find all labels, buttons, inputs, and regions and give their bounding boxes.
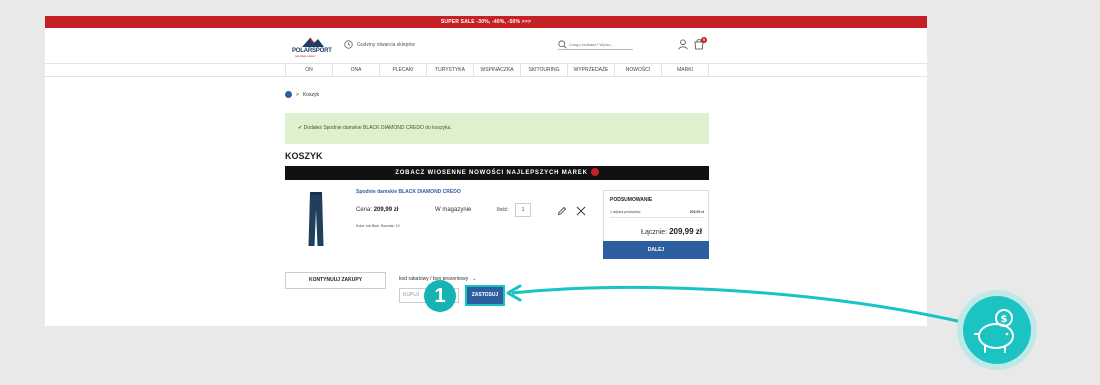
store-hours-link[interactable]: Godziny otwarcia sklepów [344, 40, 415, 49]
edit-pencil-icon[interactable] [557, 206, 567, 216]
quantity-label: Ilość: [497, 207, 509, 213]
product-price: Cena: 209,99 zł [356, 207, 398, 213]
continue-shopping-button[interactable]: KONTYNUUJ ZAKUPY [285, 272, 386, 289]
summary-row: 1 artykuł produktów 209,99 zł [610, 210, 704, 218]
promo-banner-text: ZOBACZ WIOSENNE NOWOŚCI NAJLEPSZYCH MARE… [395, 170, 588, 176]
total-value: 209,99 zł [669, 227, 702, 236]
site-header: POLARSPORT twój sklep outdoor Godziny ot… [45, 28, 927, 63]
total-label: Łącznie: [641, 229, 668, 236]
close-icon[interactable] [576, 206, 586, 216]
main-navigation: ON ONA PLECAKI TURYSTYKA WSPINACZKA SKITOURIN… [45, 63, 927, 77]
summary-row-label: 1 artykuł produktów [610, 210, 641, 214]
breadcrumb-current: Koszyk [302, 91, 320, 98]
clock-icon [344, 40, 353, 49]
logo-tagline: twój sklep outdoor [295, 55, 316, 58]
nav-item-wyprzedaże[interactable]: WYPRZEDAŻE [567, 64, 614, 77]
promo-banner[interactable]: ZOBACZ WIOSENNE NOWOŚCI NAJLEPSZYCH MARE… [285, 166, 709, 180]
nav-item-plecaki[interactable]: PLECAKI [379, 64, 426, 77]
breadcrumb: > Koszyk [285, 91, 319, 98]
nav-menu: ON ONA PLECAKI TURYSTYKA WSPINACZKA SKITOURIN… [285, 64, 709, 77]
search-bar [558, 39, 633, 50]
price-value: 209,99 zł [373, 207, 399, 213]
step-number-badge: 1 [424, 280, 456, 312]
web-page: SUPER SALE -30%, -40%, -50% >>> POLARSPO… [45, 16, 927, 326]
nav-item-nowości[interactable]: NOWOŚCI [614, 64, 661, 77]
page-title: KOSZYK [285, 151, 323, 161]
next-button[interactable]: DALEJ [603, 241, 709, 259]
chevron-down-icon: ⌄ [472, 276, 477, 282]
svg-text:$: $ [1001, 314, 1008, 325]
success-alert: ✔ Dodałeś Spodnie damskie BLACK DIAMOND … [285, 113, 709, 144]
stock-status: W magazynie [435, 207, 472, 213]
apply-coupon-button[interactable]: ZASTOSUJ [465, 285, 505, 306]
search-icon[interactable] [558, 39, 567, 49]
sale-banner[interactable]: SUPER SALE -30%, -40%, -50% >>> [45, 16, 927, 28]
summary-total: Łącznie: 209,99 zł [641, 227, 702, 236]
nav-item-on[interactable]: ON [285, 64, 332, 77]
home-icon[interactable] [285, 91, 292, 98]
price-label: Cena: [356, 207, 373, 213]
search-input[interactable] [569, 41, 629, 47]
piggy-bank-icon: $ [963, 296, 1031, 364]
logo-name: POLARSPORT [292, 48, 332, 54]
nav-item-wspinaczka[interactable]: WSPINACZKA [473, 64, 520, 77]
breadcrumb-separator: > [296, 91, 299, 98]
summary-row-value: 209,99 zł [689, 210, 704, 214]
product-attributes: Kolor: Ink Blue, Rozmiar: 10 [356, 224, 400, 228]
product-name-link[interactable]: Spodnie damskie BLACK DIAMOND CREDO [356, 189, 461, 195]
nav-item-marki[interactable]: MARKI [661, 64, 709, 77]
user-account-icon[interactable] [678, 39, 688, 50]
nav-item-ona[interactable]: ONA [332, 64, 379, 77]
cart-count-badge: 0 [701, 37, 707, 43]
product-image[interactable] [304, 190, 328, 248]
promo-badge-icon [590, 168, 599, 177]
summary-title: PODSUMOWANIE [610, 197, 653, 203]
nav-item-turystyka[interactable]: TURYSTYKA [426, 64, 473, 77]
store-hours-label: Godziny otwarcia sklepów [357, 41, 415, 48]
nav-item-skitouring[interactable]: SKITOURING [520, 64, 567, 77]
quantity-input[interactable]: 1 [515, 203, 531, 217]
